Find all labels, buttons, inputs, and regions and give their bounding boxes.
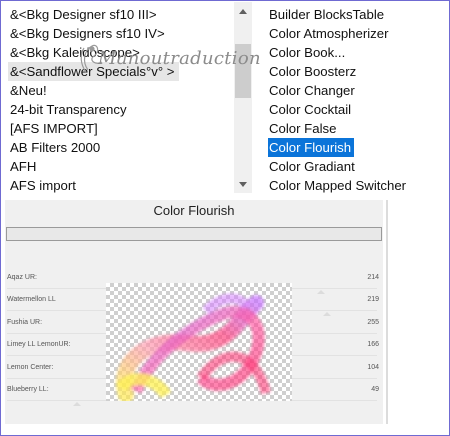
param-value[interactable]: 255 — [339, 319, 379, 326]
watermark-text: Manoutraduction — [98, 48, 261, 69]
param-value[interactable]: 166 — [339, 341, 379, 348]
param-label: Watermellon LL — [7, 296, 56, 303]
filter-preview — [106, 283, 292, 401]
param-label: Aqaz UR: — [7, 274, 37, 281]
panel-info-bar — [6, 227, 382, 241]
scroll-up-icon[interactable] — [234, 2, 252, 20]
flourish-preview-art — [116, 293, 271, 401]
slider-thumb[interactable] — [323, 312, 331, 316]
category-item[interactable]: [AFS IMPORT] — [8, 119, 102, 138]
filter-item[interactable]: Builder BlocksTable — [268, 5, 387, 24]
category-item[interactable]: &Neu! — [8, 81, 51, 100]
slider-thumb[interactable] — [73, 402, 81, 406]
filter-item[interactable]: Color Gradiant — [268, 157, 358, 176]
category-item[interactable]: AFS import — [8, 176, 80, 195]
filter-item-selected[interactable]: Color Flourish — [268, 138, 355, 157]
category-list[interactable]: &<Bkg Designer sf10 III> &<Bkg Designers… — [2, 2, 234, 193]
filter-item[interactable]: Color Cocktail — [268, 100, 354, 119]
param-value[interactable]: 214 — [339, 274, 379, 281]
filter-list[interactable]: Builder BlocksTable Color Atmospherizer … — [262, 2, 448, 193]
param-value[interactable]: 219 — [339, 296, 379, 303]
param-label: Lemon Center: — [7, 364, 54, 371]
filter-item[interactable]: Color False — [268, 119, 339, 138]
panel-divider — [386, 200, 388, 424]
filter-item[interactable]: Color Book... — [268, 43, 348, 62]
panel-title: Color Flourish — [153, 203, 235, 218]
param-label: Limey LL LemonUR: — [7, 341, 71, 348]
filter-item[interactable]: Color Mapped Switcher — [268, 176, 409, 195]
filter-item[interactable]: Color Boosterz — [268, 62, 359, 81]
category-item[interactable]: AFH — [8, 157, 40, 176]
param-label: Blueberry LL: — [7, 386, 49, 393]
slider-thumb[interactable] — [317, 290, 325, 294]
param-value[interactable]: 49 — [339, 386, 379, 393]
category-item[interactable]: &<Bkg Designer sf10 III> — [8, 5, 161, 24]
category-scrollbar[interactable] — [234, 2, 252, 193]
param-label: Fushia UR: — [7, 319, 43, 326]
param-value[interactable]: 104 — [339, 364, 379, 371]
filter-item[interactable]: Color Changer — [268, 81, 358, 100]
filter-item[interactable]: Color Atmospherizer — [268, 24, 391, 43]
category-item[interactable]: 24-bit Transparency — [8, 100, 131, 119]
category-item[interactable]: AB Filters 2000 — [8, 138, 104, 157]
scroll-down-icon[interactable] — [234, 175, 252, 193]
